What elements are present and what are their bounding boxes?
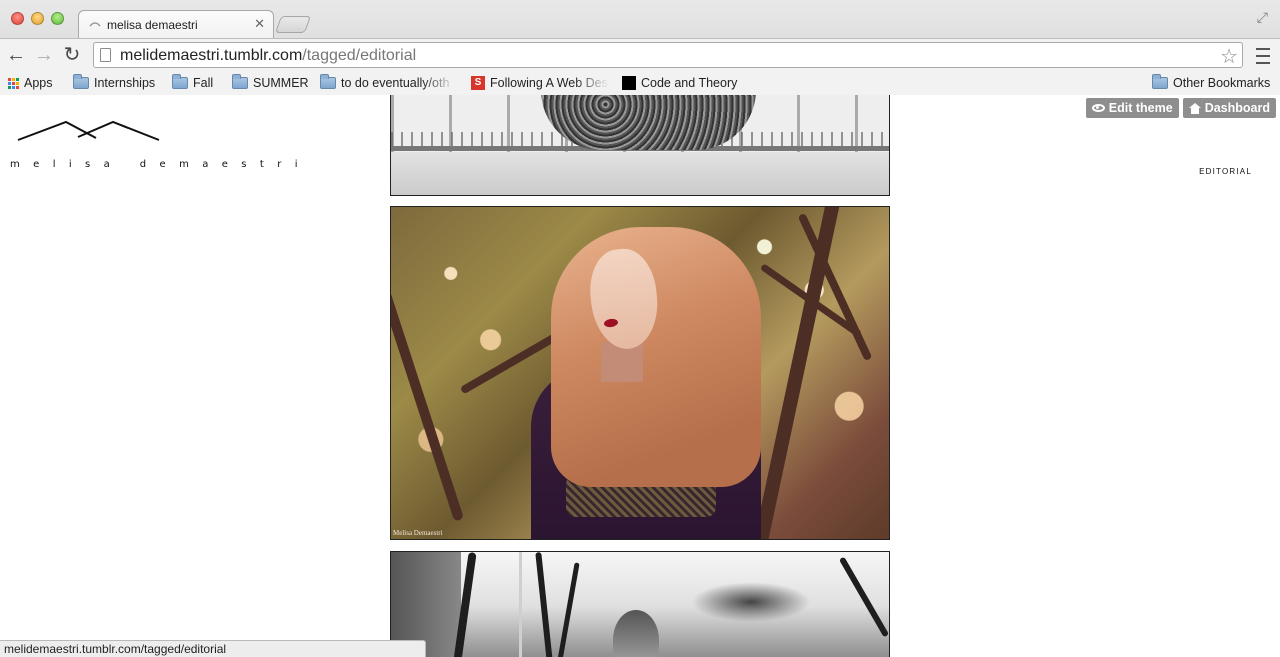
bookmark-to-do-eventually[interactable]: to do eventually/oth (320, 74, 456, 92)
site-name[interactable]: melisa demaestri (10, 159, 311, 170)
browser-chrome: melisa demaestri ✕ ⤢ ← → ↻ melidemaestri… (0, 0, 1280, 95)
folder-icon (73, 74, 89, 89)
bookmark-fall[interactable]: Fall (172, 74, 213, 92)
bookmark-label: Following A Web Des (490, 76, 608, 90)
bookmark-label: Internships (94, 76, 156, 90)
reload-button[interactable]: ↻ (60, 43, 84, 67)
eye-icon (1091, 104, 1105, 112)
url-text[interactable]: melidemaestri.tumblr.com/tagged/editoria… (120, 47, 416, 65)
post-photo[interactable] (390, 95, 890, 196)
navigation-toolbar: ← → ↻ melidemaestri.tumblr.com/tagged/ed… (0, 38, 1280, 70)
minimize-window-button[interactable] (31, 12, 44, 25)
page-loading-icon (89, 22, 101, 27)
back-button[interactable]: ← (4, 43, 28, 67)
bookmark-star-icon[interactable]: ☆ (1220, 44, 1238, 69)
title-bar: melisa demaestri ✕ ⤢ (0, 0, 1280, 39)
dashboard-label: Dashboard (1204, 101, 1270, 115)
edit-theme-label: Edit theme (1108, 101, 1173, 115)
home-icon (1188, 102, 1201, 114)
folder-icon (320, 74, 336, 89)
tab-active[interactable]: melisa demaestri ✕ (78, 10, 274, 39)
address-bar[interactable]: melidemaestri.tumblr.com/tagged/editoria… (93, 42, 1243, 68)
site-favicon (622, 76, 636, 90)
folder-icon (1152, 74, 1168, 89)
apps-grid-icon (8, 77, 19, 89)
post-photo[interactable] (390, 551, 890, 657)
url-path: /tagged/editorial (302, 47, 417, 64)
bookmark-label: Fall (193, 76, 214, 90)
bookmark-label: Code and Theory (641, 76, 738, 90)
zoom-window-button[interactable] (51, 12, 64, 25)
new-tab-button[interactable] (274, 16, 312, 33)
tag-heading: EDITORIAL (1199, 167, 1252, 176)
site-logo-icon[interactable] (16, 119, 164, 143)
bookmarks-bar: Apps Internships Fall SUMMER to do event… (0, 70, 1280, 95)
bookmark-code-and-theory[interactable]: Code and Theory (622, 74, 737, 92)
other-bookmarks[interactable]: Other Bookmarks (1152, 74, 1270, 92)
folder-icon (232, 74, 248, 89)
close-window-button[interactable] (11, 12, 24, 25)
forward-button[interactable]: → (32, 43, 56, 67)
bookmark-following-a-web-designer[interactable]: S Following A Web Des (471, 74, 609, 92)
dashboard-button[interactable]: Dashboard (1182, 98, 1276, 118)
url-domain: melidemaestri.tumblr.com (120, 47, 303, 64)
bookmark-label: Other Bookmarks (1173, 76, 1271, 90)
tumblr-controls: Edit theme Dashboard (1085, 98, 1276, 118)
page-icon (100, 48, 111, 62)
bookmark-label: SUMMER (253, 76, 309, 90)
tab-title: melisa demaestri (107, 18, 198, 32)
bookmark-summer[interactable]: SUMMER (232, 74, 309, 92)
photo-watermark: Melisa Demaestri (393, 529, 443, 537)
bookmark-label: Apps (24, 76, 53, 90)
tab-close-icon[interactable]: ✕ (254, 16, 265, 32)
bookmark-apps[interactable]: Apps (8, 74, 53, 92)
bookmark-internships[interactable]: Internships (73, 74, 155, 92)
fullscreen-icon[interactable]: ⤢ (1257, 9, 1268, 26)
folder-icon (172, 74, 188, 89)
post-photo[interactable]: Melisa Demaestri (390, 206, 890, 540)
chrome-menu-icon[interactable] (1256, 43, 1270, 65)
status-bar: melidemaestri.tumblr.com/tagged/editoria… (0, 640, 426, 657)
page-content: melisa demaestri Edit theme Dashboard ED… (0, 95, 1280, 657)
edit-theme-button[interactable]: Edit theme (1085, 98, 1179, 118)
bookmark-label: to do eventually/oth (341, 76, 450, 90)
site-favicon: S (471, 76, 485, 90)
